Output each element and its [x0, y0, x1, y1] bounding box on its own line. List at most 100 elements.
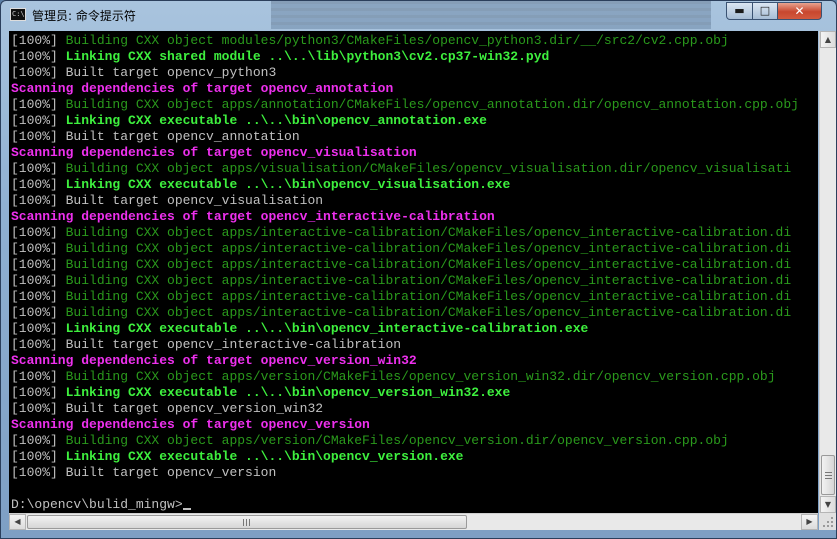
grip-dot [831, 521, 833, 523]
arrow-down-icon: ▼ [824, 500, 832, 509]
line-text-build: Building CXX object apps/interactive-cal… [57, 241, 792, 256]
console-line: [100%] Linking CXX executable ..\..\bin\… [11, 449, 799, 465]
scroll-right-button[interactable]: ▶ [801, 514, 818, 530]
progress-prefix: [100%] [11, 97, 58, 112]
grip-dot [831, 525, 833, 527]
grip-dot [827, 525, 829, 527]
vertical-scrollbar[interactable]: ▲ ▼ [819, 31, 836, 513]
line-text-link: Linking CXX executable ..\..\bin\opencv_… [57, 449, 464, 464]
minimize-button[interactable]: ▬ [726, 2, 753, 20]
progress-prefix: [100%] [11, 49, 58, 64]
progress-prefix: [100%] [11, 449, 58, 464]
line-text-link: Linking CXX executable ..\..\bin\opencv_… [57, 321, 589, 336]
arrow-left-icon: ◀ [14, 517, 21, 526]
console-line: [100%] Built target opencv_annotation [11, 129, 799, 145]
line-text-built: Built target opencv_visualisation [57, 193, 324, 208]
grip-dot [831, 517, 833, 519]
arrow-right-icon: ▶ [806, 517, 813, 526]
line-text-scan: Scanning dependencies of target opencv_v… [11, 353, 417, 368]
progress-prefix: [100%] [11, 433, 58, 448]
scroll-down-button[interactable]: ▼ [820, 496, 836, 513]
command-prompt[interactable]: D:\opencv\bulid_mingw> [11, 497, 191, 513]
progress-prefix: [100%] [11, 65, 58, 80]
progress-prefix: [100%] [11, 273, 58, 288]
line-text-build: Building CXX object apps/visualisation/C… [57, 161, 792, 176]
line-text-scan: Scanning dependencies of target opencv_a… [11, 81, 394, 96]
line-text-build: Building CXX object apps/interactive-cal… [57, 305, 792, 320]
console-line: [100%] Linking CXX executable ..\..\bin\… [11, 177, 799, 193]
maximize-button[interactable]: □ [752, 2, 778, 20]
window-title: 管理员: 命令提示符 [32, 9, 136, 23]
line-text-scan: Scanning dependencies of target opencv_v… [11, 417, 370, 432]
line-text-built: Built target opencv_version [57, 465, 277, 480]
progress-prefix: [100%] [11, 401, 58, 416]
title-bar[interactable]: C:\ 管理员: 命令提示符 ▬ □ ✕ [1, 1, 836, 29]
progress-prefix: [100%] [11, 289, 58, 304]
console-window: C:\ 管理员: 命令提示符 ▬ □ ✕ [100%] Building CXX… [0, 0, 837, 539]
progress-prefix: [100%] [11, 33, 58, 48]
console-line: [100%] Building CXX object apps/version/… [11, 369, 799, 385]
horizontal-scroll-thumb[interactable] [27, 515, 467, 529]
line-text-built: Built target opencv_annotation [57, 129, 300, 144]
console-line: [100%] Building CXX object apps/interact… [11, 305, 799, 321]
scroll-up-button[interactable]: ▲ [820, 31, 836, 48]
grip-line [825, 475, 832, 476]
maximize-icon: □ [759, 4, 771, 17]
progress-prefix: [100%] [11, 193, 58, 208]
console-line: [100%] Built target opencv_version_win32 [11, 401, 799, 417]
progress-prefix: [100%] [11, 337, 58, 352]
cmd-app-icon[interactable]: C:\ [10, 8, 26, 21]
console-line: [100%] Building CXX object apps/visualis… [11, 161, 799, 177]
console-line: [100%] Linking CXX shared module ..\..\l… [11, 49, 799, 65]
console-line: [100%] Building CXX object apps/interact… [11, 289, 799, 305]
close-button[interactable]: ✕ [777, 2, 822, 20]
console-lines: [100%] Building CXX object modules/pytho… [11, 33, 799, 481]
close-icon: ✕ [794, 4, 805, 18]
scroll-left-button[interactable]: ◀ [9, 514, 26, 530]
console-line: [100%] Building CXX object apps/interact… [11, 273, 799, 289]
cursor [182, 508, 191, 510]
horizontal-scrollbar[interactable]: ◀ ▶ [9, 513, 818, 530]
console-line: [100%] Building CXX object apps/annotati… [11, 97, 799, 113]
console-line: Scanning dependencies of target opencv_v… [11, 145, 799, 161]
console-line: [100%] Building CXX object apps/version/… [11, 433, 799, 449]
grip-line [249, 519, 250, 526]
grip-line [246, 519, 247, 526]
console-line: [100%] Building CXX object apps/interact… [11, 225, 799, 241]
progress-prefix: [100%] [11, 177, 58, 192]
console-line: Scanning dependencies of target opencv_v… [11, 417, 799, 433]
line-text-build: Building CXX object apps/version/CMakeFi… [57, 369, 776, 384]
console-line: [100%] Building CXX object apps/interact… [11, 241, 799, 257]
line-text-build: Building CXX object modules/python3/CMak… [57, 33, 729, 48]
title-bar-background [271, 1, 711, 29]
line-text-link: Linking CXX shared module ..\..\lib\pyth… [57, 49, 550, 64]
console-line: Scanning dependencies of target opencv_i… [11, 209, 799, 225]
grip-dot [827, 521, 829, 523]
line-text-build: Building CXX object apps/interactive-cal… [57, 289, 792, 304]
grip-line [243, 519, 244, 526]
progress-prefix: [100%] [11, 321, 58, 336]
progress-prefix: [100%] [11, 369, 58, 384]
progress-prefix: [100%] [11, 129, 58, 144]
line-text-built: Built target opencv_version_win32 [57, 401, 324, 416]
grip-dot [823, 525, 825, 527]
line-text-build: Building CXX object apps/interactive-cal… [57, 257, 792, 272]
line-text-link: Linking CXX executable ..\..\bin\opencv_… [57, 177, 511, 192]
arrow-up-icon: ▲ [824, 35, 832, 44]
progress-prefix: [100%] [11, 257, 58, 272]
line-text-build: Building CXX object apps/annotation/CMak… [57, 97, 799, 112]
resize-grip[interactable] [819, 513, 836, 530]
prompt-text: D:\opencv\bulid_mingw> [11, 497, 183, 512]
line-text-build: Building CXX object apps/interactive-cal… [57, 273, 792, 288]
vertical-scroll-thumb[interactable] [821, 455, 835, 495]
console-line: [100%] Built target opencv_interactive-c… [11, 337, 799, 353]
console-output[interactable]: [100%] Building CXX object modules/pytho… [9, 31, 818, 513]
progress-prefix: [100%] [11, 385, 58, 400]
console-line: [100%] Building CXX object apps/interact… [11, 257, 799, 273]
console-line: Scanning dependencies of target opencv_v… [11, 353, 799, 369]
line-text-link: Linking CXX executable ..\..\bin\opencv_… [57, 113, 487, 128]
line-text-scan: Scanning dependencies of target opencv_v… [11, 145, 417, 160]
console-line: [100%] Linking CXX executable ..\..\bin\… [11, 385, 799, 401]
grip-line [825, 478, 832, 479]
line-text-build: Building CXX object apps/interactive-cal… [57, 225, 792, 240]
